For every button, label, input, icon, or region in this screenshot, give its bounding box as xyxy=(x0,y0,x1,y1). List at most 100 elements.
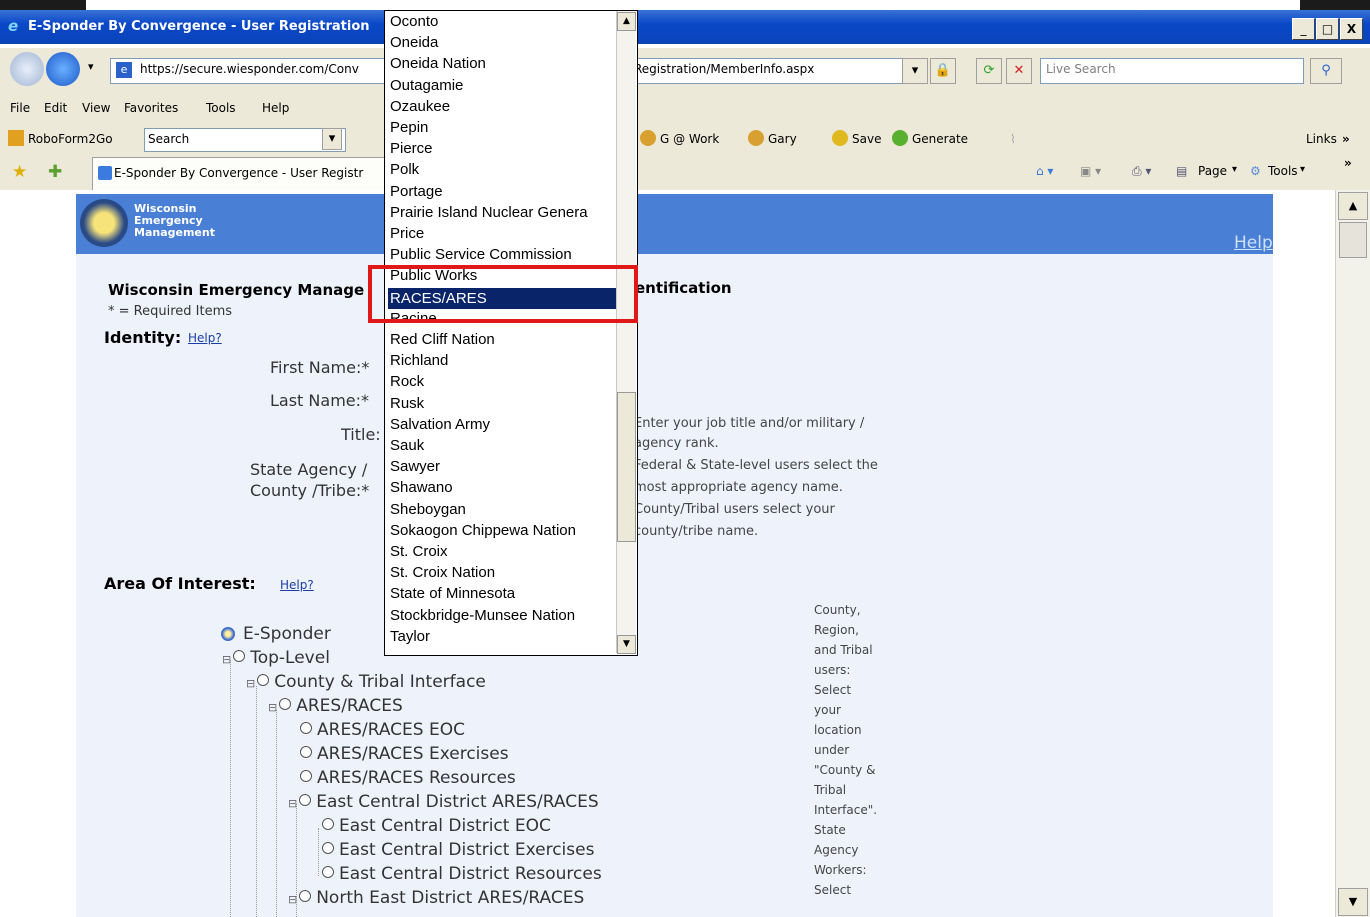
close-button[interactable]: X xyxy=(1340,18,1363,40)
links-button[interactable]: Links xyxy=(1306,132,1337,146)
dropdown-option[interactable]: Sheboygan xyxy=(388,499,618,520)
tree-node[interactable]: ⊟ ARES/RACES xyxy=(268,696,403,716)
gwork-link[interactable]: G @ Work xyxy=(660,132,719,146)
collapse-icon[interactable]: ⊟ xyxy=(222,653,231,666)
tree-radio[interactable] xyxy=(300,746,312,758)
stop-icon[interactable]: ✕ xyxy=(1006,58,1032,84)
help-link[interactable]: Help xyxy=(1234,233,1273,253)
chevron-right-icon[interactable]: » xyxy=(1342,132,1350,146)
generate-link[interactable]: Generate xyxy=(912,132,968,146)
dropdown-option[interactable]: Rusk xyxy=(388,393,618,414)
dropdown-option[interactable]: Oneida xyxy=(388,32,618,53)
dropdown-option[interactable]: Sauk xyxy=(388,435,618,456)
dropdown-option[interactable]: Ozaukee xyxy=(388,96,618,117)
page-icon-btn[interactable]: ▤ xyxy=(1176,164,1187,178)
dropdown-option[interactable]: Oneida Nation xyxy=(388,53,618,74)
dropdown-option[interactable]: Prairie Island Nuclear Genera xyxy=(388,202,618,223)
tree-node[interactable]: ⊟ County & Tribal Interface xyxy=(246,672,486,692)
tree-radio[interactable] xyxy=(299,794,312,806)
tree-radio[interactable] xyxy=(300,722,312,734)
tree-radio[interactable] xyxy=(300,770,312,782)
dropdown-option[interactable]: Red Cliff Nation xyxy=(388,329,618,350)
menu-view[interactable]: View xyxy=(82,101,110,115)
dropdown-option[interactable]: Taylor xyxy=(388,626,618,647)
search-icon[interactable]: ⚲ xyxy=(1310,58,1342,84)
dropdown-scroll-down-icon[interactable]: ▼ xyxy=(617,635,636,654)
tree-node[interactable]: ARES/RACES EOC xyxy=(300,720,465,740)
tools-menu-chevron-icon[interactable]: ▾ xyxy=(1300,164,1305,175)
identity-help-link[interactable]: Help? xyxy=(188,331,222,345)
page-menu[interactable]: Page xyxy=(1198,164,1227,178)
collapse-icon[interactable]: ⊟ xyxy=(288,893,297,906)
dropdown-scroll-up-icon[interactable]: ▲ xyxy=(617,12,636,31)
feeds-icon[interactable]: ▣ ▾ xyxy=(1080,164,1101,178)
dropdown-scrollbar[interactable] xyxy=(616,11,636,653)
tree-node[interactable]: ARES/RACES Resources xyxy=(300,768,516,788)
dropdown-option[interactable]: Pierce xyxy=(388,138,618,159)
refresh-icon[interactable]: ⟳ xyxy=(976,58,1002,84)
tree-node[interactable]: East Central District Resources xyxy=(322,864,602,884)
tree-node[interactable]: East Central District Exercises xyxy=(322,840,594,860)
dropdown-option[interactable]: Salvation Army xyxy=(388,414,618,435)
tree-radio[interactable] xyxy=(257,674,270,686)
back-button[interactable] xyxy=(10,52,44,86)
tree-radio[interactable] xyxy=(233,650,246,662)
tree-node[interactable]: ⊟ North East District ARES/RACES xyxy=(288,888,584,908)
dropdown-option[interactable]: State of Minnesota xyxy=(388,583,618,604)
menu-help[interactable]: Help xyxy=(262,101,289,115)
print-icon[interactable]: ⎙ ▾ xyxy=(1132,164,1151,179)
dropdown-option[interactable]: Richland xyxy=(388,350,618,371)
toolbar-overflow-icon[interactable]: » xyxy=(1344,156,1352,170)
tools-menu[interactable]: Tools xyxy=(1268,164,1298,178)
save-link[interactable]: Save xyxy=(852,132,881,146)
area-help-link[interactable]: Help? xyxy=(280,578,314,592)
tree-node[interactable]: ⊟ Top-Level xyxy=(222,648,330,668)
e-sponder-radio[interactable] xyxy=(221,627,235,641)
dropdown-option[interactable]: Outagamie xyxy=(388,75,618,96)
search-dropdown-icon[interactable]: ▾ xyxy=(322,128,342,150)
dropdown-option[interactable]: Price xyxy=(388,223,618,244)
collapse-icon[interactable]: ⊟ xyxy=(268,701,277,714)
dropdown-option[interactable]: Oconto xyxy=(388,11,618,32)
page-scrollbar[interactable] xyxy=(1335,190,1370,917)
forward-button[interactable] xyxy=(46,52,80,86)
gary-link[interactable]: Gary xyxy=(768,132,797,146)
scroll-down-icon[interactable]: ▼ xyxy=(1338,888,1368,916)
dropdown-option[interactable]: Portage xyxy=(388,181,618,202)
tree-node[interactable]: ⊟ East Central District ARES/RACES xyxy=(288,792,599,812)
collapse-icon[interactable]: ⊟ xyxy=(288,797,297,810)
menu-favorites[interactable]: Favorites xyxy=(124,101,178,115)
collapse-icon[interactable]: ⊟ xyxy=(246,677,255,690)
tree-node[interactable]: ARES/RACES Exercises xyxy=(300,744,509,764)
page-menu-chevron-icon[interactable]: ▾ xyxy=(1232,164,1237,175)
favorites-star-icon[interactable]: ★ xyxy=(12,162,27,182)
dropdown-option[interactable]: Stockbridge-Munsee Nation xyxy=(388,605,618,626)
dropdown-option[interactable]: Sokaogon Chippewa Nation xyxy=(388,520,618,541)
minimize-button[interactable]: _ xyxy=(1292,18,1315,40)
dropdown-option[interactable]: St. Croix xyxy=(388,541,618,562)
home-icon[interactable]: ⌂ ▾ xyxy=(1036,164,1053,178)
add-favorite-icon[interactable]: ✚ xyxy=(48,162,62,182)
dropdown-option[interactable]: Shawano xyxy=(388,477,618,498)
dropdown-option[interactable]: Pepin xyxy=(388,117,618,138)
dropdown-option[interactable]: Polk xyxy=(388,159,618,180)
dropdown-option[interactable]: Public Service Commission xyxy=(388,244,618,265)
maximize-button[interactable]: □ xyxy=(1316,18,1339,40)
address-dropdown-icon[interactable]: ▾ xyxy=(902,58,928,84)
tree-node[interactable]: East Central District EOC xyxy=(322,816,551,836)
tree-radio[interactable] xyxy=(322,842,334,854)
menu-file[interactable]: File xyxy=(10,101,30,115)
dropdown-scroll-thumb[interactable] xyxy=(617,392,636,542)
tree-radio[interactable] xyxy=(322,818,334,830)
tree-radio[interactable] xyxy=(279,698,292,710)
menu-tools[interactable]: Tools xyxy=(206,101,236,115)
dropdown-option[interactable]: Rock xyxy=(388,371,618,392)
paperclip-icon[interactable]: ⌇ xyxy=(1010,132,1016,146)
tools-icon[interactable]: ⚙ xyxy=(1250,164,1261,178)
tree-radio[interactable] xyxy=(299,890,312,902)
dropdown-option[interactable]: Sawyer xyxy=(388,456,618,477)
lock-icon[interactable]: 🔒 xyxy=(930,58,956,84)
history-dropdown-icon[interactable]: ▾ xyxy=(88,60,94,73)
roboform-button[interactable]: RoboForm2Go xyxy=(28,132,113,146)
dropdown-option[interactable]: St. Croix Nation xyxy=(388,562,618,583)
